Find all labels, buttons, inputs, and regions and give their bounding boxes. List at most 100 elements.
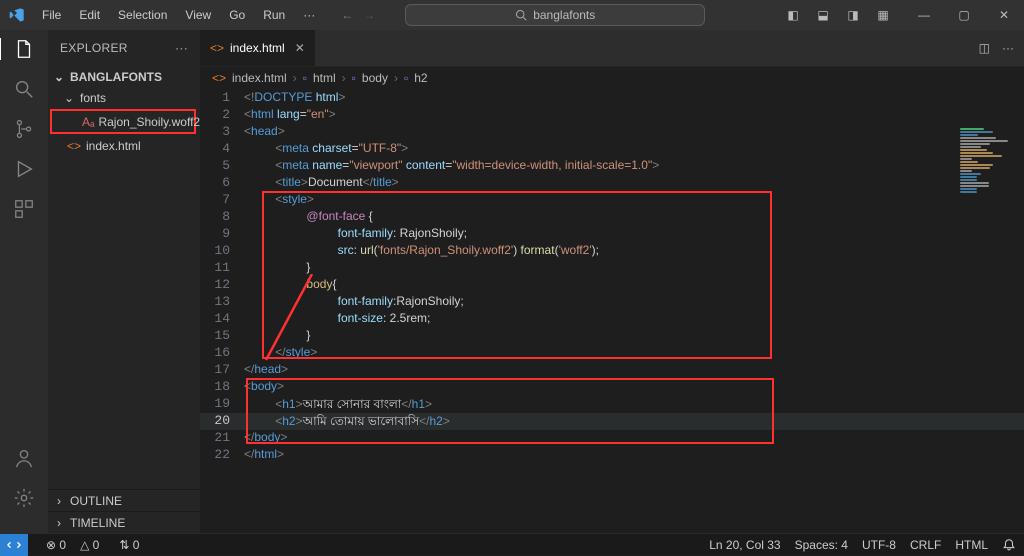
chevron-right-icon: › (52, 516, 66, 530)
chevron-right-icon: › (394, 71, 398, 85)
maximize-button[interactable]: ▢ (944, 0, 984, 30)
extensions-icon[interactable] (13, 198, 35, 220)
line-number: 15 (200, 328, 244, 345)
tab-actions: ◫ ··· (969, 30, 1024, 66)
source-control-icon[interactable] (13, 118, 35, 140)
breadcrumb-body[interactable]: body (362, 71, 388, 85)
breadcrumb-file[interactable]: index.html (232, 71, 287, 85)
warnings-count[interactable]: △ 0 (80, 538, 99, 552)
status-bar: ⊗ 0 △ 0 ⇅ 0 Ln 20, Col 33 Spaces: 4 UTF-… (0, 533, 1024, 555)
line-number: 4 (200, 141, 244, 158)
explorer-title: EXPLORER (60, 41, 128, 55)
code-editor[interactable]: 1<!DOCTYPE html> 2<html lang="en"> 3<hea… (200, 88, 1024, 533)
explorer-view-icon[interactable] (0, 38, 47, 60)
menu-selection[interactable]: Selection (110, 4, 175, 26)
search-icon (515, 9, 527, 21)
timeline-label: TIMELINE (70, 516, 125, 530)
line-number: 11 (200, 260, 244, 277)
tag-icon: ▫ (352, 71, 356, 85)
line-number: 16 (200, 345, 244, 362)
project-root[interactable]: ⌄ BANGLAFONTS (48, 66, 200, 87)
breadcrumb-html[interactable]: html (313, 71, 336, 85)
chevron-right-icon: › (52, 494, 66, 508)
line-number: 14 (200, 311, 244, 328)
window-controls: — ▢ ✕ (904, 0, 1024, 30)
split-editor-icon[interactable]: ◫ (979, 41, 990, 55)
indentation[interactable]: Spaces: 4 (795, 538, 848, 552)
explorer-more-icon[interactable]: ··· (175, 41, 188, 55)
language-mode[interactable]: HTML (955, 538, 988, 552)
customize-layout-icon[interactable]: ▦ (868, 8, 898, 22)
toggle-panel-right-icon[interactable]: ◨ (838, 8, 868, 22)
timeline-section[interactable]: › TIMELINE (48, 511, 200, 533)
html-file-icon: <> (212, 71, 226, 85)
tag-icon: ▫ (404, 71, 408, 85)
eol[interactable]: CRLF (910, 538, 941, 552)
chevron-right-icon: › (342, 71, 346, 85)
activity-bar (0, 30, 48, 533)
ports-count[interactable]: ⇅ 0 (119, 538, 139, 552)
line-number: 5 (200, 158, 244, 175)
line-number: 8 (200, 209, 244, 226)
title-bar: File Edit Selection View Go Run ··· ← → … (0, 0, 1024, 30)
line-number: 7 (200, 192, 244, 209)
menu-edit[interactable]: Edit (71, 4, 108, 26)
line-number: 9 (200, 226, 244, 243)
errors-count[interactable]: ⊗ 0 (46, 538, 66, 552)
line-number: 1 (200, 90, 244, 107)
error-icon: ⊗ (46, 538, 56, 552)
line-number: 10 (200, 243, 244, 260)
explorer-header: EXPLORER ··· (48, 30, 200, 66)
line-number: 2 (200, 107, 244, 124)
cursor-position[interactable]: Ln 20, Col 33 (709, 538, 780, 552)
chevron-down-icon: ⌄ (52, 70, 66, 84)
remote-indicator[interactable] (0, 534, 28, 556)
file-name: Rajon_Shoily.woff2 (98, 115, 200, 129)
file-html[interactable]: <> index.html (48, 135, 200, 156)
tag-icon: ▫ (303, 71, 307, 85)
vscode-logo-icon (0, 7, 34, 23)
menu-go[interactable]: Go (221, 4, 253, 26)
file-font[interactable]: Aₐ Rajon_Shoily.woff2 (52, 111, 194, 132)
breadcrumb[interactable]: <> index.html › ▫ html › ▫ body › ▫ h2 (200, 66, 1024, 88)
warning-icon: △ (80, 538, 89, 552)
annotation-box-file: Aₐ Rajon_Shoily.woff2 (50, 109, 196, 134)
toggle-panel-bottom-icon[interactable]: ⬓ (808, 8, 838, 22)
encoding[interactable]: UTF-8 (862, 538, 896, 552)
line-number: 17 (200, 362, 244, 379)
line-number: 19 (200, 396, 244, 413)
notifications-icon[interactable] (1002, 538, 1016, 552)
menu-more[interactable]: ··· (295, 4, 323, 26)
toggle-panel-left-icon[interactable]: ◧ (778, 8, 808, 22)
project-name: BANGLAFONTS (70, 70, 162, 84)
editor-area: <> index.html ✕ ◫ ··· <> index.html › ▫ … (200, 30, 1024, 533)
run-debug-icon[interactable] (13, 158, 35, 180)
nav-back-icon[interactable]: ← (341, 8, 353, 22)
nav-forward-icon[interactable]: → (363, 8, 375, 22)
search-view-icon[interactable] (13, 78, 35, 100)
line-number: 22 (200, 447, 244, 464)
outline-section[interactable]: › OUTLINE (48, 489, 200, 511)
search-label: banglafonts (533, 8, 595, 22)
minimap[interactable] (960, 128, 1020, 248)
menu-view[interactable]: View (177, 4, 219, 26)
settings-icon[interactable] (13, 487, 35, 509)
menu-run[interactable]: Run (255, 4, 293, 26)
menu-file[interactable]: File (34, 4, 69, 26)
nav-arrows: ← → (341, 8, 375, 22)
radio-tower-icon: ⇅ (119, 538, 129, 552)
accounts-icon[interactable] (13, 447, 35, 469)
sidebar: EXPLORER ··· ⌄ BANGLAFONTS ⌄ fonts Aₐ Ra… (48, 30, 200, 533)
minimize-button[interactable]: — (904, 0, 944, 30)
html-file-icon: <> (210, 41, 224, 55)
command-center[interactable]: banglafonts (405, 4, 705, 26)
tab-index-html[interactable]: <> index.html ✕ (200, 30, 315, 66)
close-tab-icon[interactable]: ✕ (295, 41, 305, 55)
breadcrumb-h2[interactable]: h2 (414, 71, 427, 85)
folder-fonts[interactable]: ⌄ fonts (48, 87, 200, 108)
line-number: 3 (200, 124, 244, 141)
more-actions-icon[interactable]: ··· (1002, 41, 1014, 55)
chevron-down-icon: ⌄ (62, 91, 76, 105)
folder-name: fonts (80, 91, 106, 105)
close-button[interactable]: ✕ (984, 0, 1024, 30)
